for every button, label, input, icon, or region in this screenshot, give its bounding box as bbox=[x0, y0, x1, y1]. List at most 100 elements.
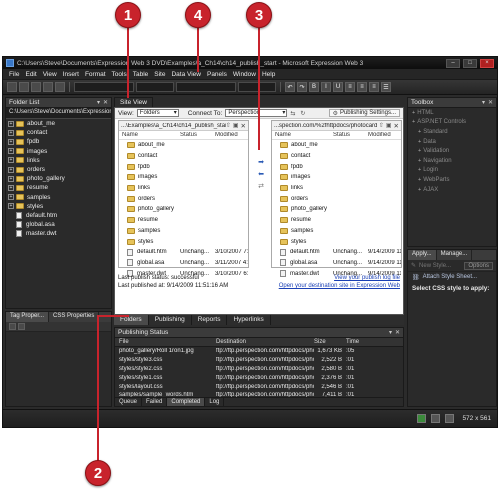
panel-close-icon[interactable]: ✕ bbox=[103, 99, 108, 106]
menu-panels[interactable]: Panels bbox=[204, 71, 230, 78]
view-select[interactable]: Folders bbox=[136, 109, 179, 117]
publish-row[interactable]: styles/style1.css ftp://ftp.perspection.c… bbox=[115, 373, 403, 382]
maximize-button[interactable]: □ bbox=[463, 58, 477, 68]
file-row[interactable]: about_me bbox=[119, 140, 248, 151]
file-row[interactable]: resume bbox=[272, 215, 401, 226]
file-row[interactable]: links bbox=[272, 183, 401, 194]
tab-hyperlinks[interactable]: Hyperlinks bbox=[227, 315, 271, 325]
options-dropdown[interactable]: Options bbox=[464, 261, 493, 270]
expand-icon[interactable]: + bbox=[8, 129, 14, 136]
redo-icon[interactable]: ↷ bbox=[297, 82, 307, 92]
expand-icon[interactable]: + bbox=[418, 158, 421, 164]
expand-icon[interactable]: + bbox=[8, 120, 14, 127]
toolbox-item[interactable]: + ASP.NET Controls bbox=[408, 118, 496, 128]
new-folder-icon[interactable]: ▣ bbox=[386, 122, 392, 129]
tab-queue[interactable]: Queue bbox=[115, 398, 143, 406]
tree-item[interactable]: global.asa bbox=[6, 220, 111, 229]
file-row[interactable]: images bbox=[272, 172, 401, 183]
font-dropdown[interactable] bbox=[136, 82, 174, 92]
page-size-icon[interactable] bbox=[445, 414, 455, 423]
expand-icon[interactable]: + bbox=[418, 187, 421, 193]
menu-window[interactable]: Window bbox=[230, 71, 259, 78]
publish-row[interactable]: styles/style3.css ftp://ftp.perspection.c… bbox=[115, 356, 403, 365]
print-icon[interactable] bbox=[55, 82, 65, 92]
toolbox-item[interactable]: + Standard bbox=[408, 127, 496, 137]
tree-item[interactable]: + styles bbox=[6, 202, 111, 211]
tree-item[interactable]: + about_me bbox=[6, 119, 111, 128]
open-destination-link[interactable]: Open your destination site in Expression… bbox=[279, 283, 400, 289]
new-folder-icon[interactable]: ▣ bbox=[233, 122, 239, 129]
attach-style-sheet-link[interactable]: ⛓ Attach Style Sheet... bbox=[408, 272, 496, 282]
font-size-dropdown[interactable] bbox=[238, 82, 276, 92]
menu-edit[interactable]: Edit bbox=[22, 71, 39, 78]
publish-row[interactable]: styles/style2.css ftp://ftp.perspection.c… bbox=[115, 365, 403, 374]
sort-icon[interactable] bbox=[18, 323, 25, 330]
tab-failed[interactable]: Failed bbox=[142, 398, 168, 406]
compat-icon[interactable] bbox=[431, 414, 441, 423]
file-row[interactable]: styles bbox=[272, 236, 401, 247]
expand-icon[interactable]: + bbox=[8, 203, 14, 210]
col-size[interactable]: Size bbox=[314, 339, 346, 345]
download-arrow-icon[interactable]: ⬅ bbox=[258, 170, 264, 178]
toolbox-item[interactable]: + Validation bbox=[408, 146, 496, 156]
tab-completed[interactable]: Completed bbox=[167, 398, 206, 406]
tree-item[interactable]: + resume bbox=[6, 183, 111, 192]
list-icon[interactable]: ☰ bbox=[381, 82, 391, 92]
publishing-settings-button[interactable]: ⚙ Publishing Settings... bbox=[328, 109, 400, 117]
delete-icon[interactable]: ✕ bbox=[241, 122, 246, 130]
tab-log[interactable]: Log bbox=[205, 398, 225, 406]
col-modified[interactable]: Modified bbox=[368, 132, 401, 138]
bold-icon[interactable]: B bbox=[309, 82, 319, 92]
expand-icon[interactable]: + bbox=[412, 110, 415, 116]
tab-tag-properties[interactable]: Tag Proper... bbox=[6, 312, 50, 322]
file-row[interactable]: links bbox=[119, 183, 248, 194]
up-folder-icon[interactable]: ⇧ bbox=[379, 122, 384, 129]
expand-icon[interactable]: + bbox=[8, 175, 14, 182]
new-style-icon[interactable]: ✎ bbox=[411, 262, 416, 269]
tab-manage-styles[interactable]: Manage... bbox=[437, 250, 473, 260]
file-row[interactable]: samples bbox=[119, 226, 248, 237]
tab-reports[interactable]: Reports bbox=[192, 315, 228, 325]
menu-help[interactable]: Help bbox=[259, 71, 278, 78]
file-row[interactable]: default.htm Unchang... 3/10/2007 7:2 bbox=[119, 247, 248, 258]
toolbox-item[interactable]: + WebParts bbox=[408, 175, 496, 185]
tab-apply-styles[interactable]: Apply... bbox=[408, 250, 437, 260]
menu-format[interactable]: Format bbox=[82, 71, 109, 78]
expand-icon[interactable]: + bbox=[418, 139, 421, 145]
expand-icon[interactable]: + bbox=[8, 138, 14, 145]
close-button[interactable]: × bbox=[480, 58, 494, 68]
file-row[interactable]: contact bbox=[272, 151, 401, 162]
preview-icon[interactable] bbox=[43, 82, 53, 92]
file-row[interactable]: resume bbox=[119, 215, 248, 226]
expand-icon[interactable]: + bbox=[418, 167, 421, 173]
file-row[interactable]: orders bbox=[119, 193, 248, 204]
sync-icon[interactable]: ⇄ bbox=[258, 182, 264, 190]
toolbox-item[interactable]: + Data bbox=[408, 137, 496, 147]
tree-item[interactable]: + contact bbox=[6, 128, 111, 137]
toolbox-item[interactable]: + HTML bbox=[408, 108, 496, 118]
file-row[interactable]: images bbox=[119, 172, 248, 183]
expand-icon[interactable]: + bbox=[8, 148, 14, 155]
expand-icon[interactable]: + bbox=[8, 166, 14, 173]
publish-row[interactable]: photo_gallery/Roll 1ron1.jpg ftp://ftp.pe… bbox=[115, 347, 403, 356]
file-row[interactable]: photo_gallery bbox=[272, 204, 401, 215]
file-row[interactable]: global.asa Unchang... 9/14/2009 11: bbox=[272, 258, 401, 269]
delete-icon[interactable]: ✕ bbox=[394, 122, 399, 130]
menu-view[interactable]: View bbox=[40, 71, 60, 78]
tree-item[interactable]: + fpdb bbox=[6, 137, 111, 146]
publish-row[interactable]: styles/layout.css ftp://ftp.perspection.c… bbox=[115, 382, 403, 391]
view-log-link[interactable]: View your publish log file bbox=[334, 275, 400, 281]
align-center-icon[interactable]: ≡ bbox=[357, 82, 367, 92]
tab-css-properties[interactable]: CSS Properties bbox=[49, 312, 100, 322]
open-icon[interactable] bbox=[19, 82, 29, 92]
expand-icon[interactable]: + bbox=[412, 119, 415, 125]
undo-icon[interactable]: ↶ bbox=[285, 82, 295, 92]
publish-arrow-icon[interactable]: ➡ bbox=[258, 158, 264, 166]
col-name[interactable]: Name bbox=[275, 132, 333, 138]
tree-item[interactable]: master.dwt bbox=[6, 229, 111, 238]
col-status[interactable]: Status bbox=[180, 132, 215, 138]
tab-publishing[interactable]: Publishing bbox=[149, 315, 192, 325]
toolbox-item[interactable]: + Navigation bbox=[408, 156, 496, 166]
size-dropdown[interactable] bbox=[176, 82, 236, 92]
page-dimensions[interactable]: 572 x 561 bbox=[462, 415, 491, 422]
